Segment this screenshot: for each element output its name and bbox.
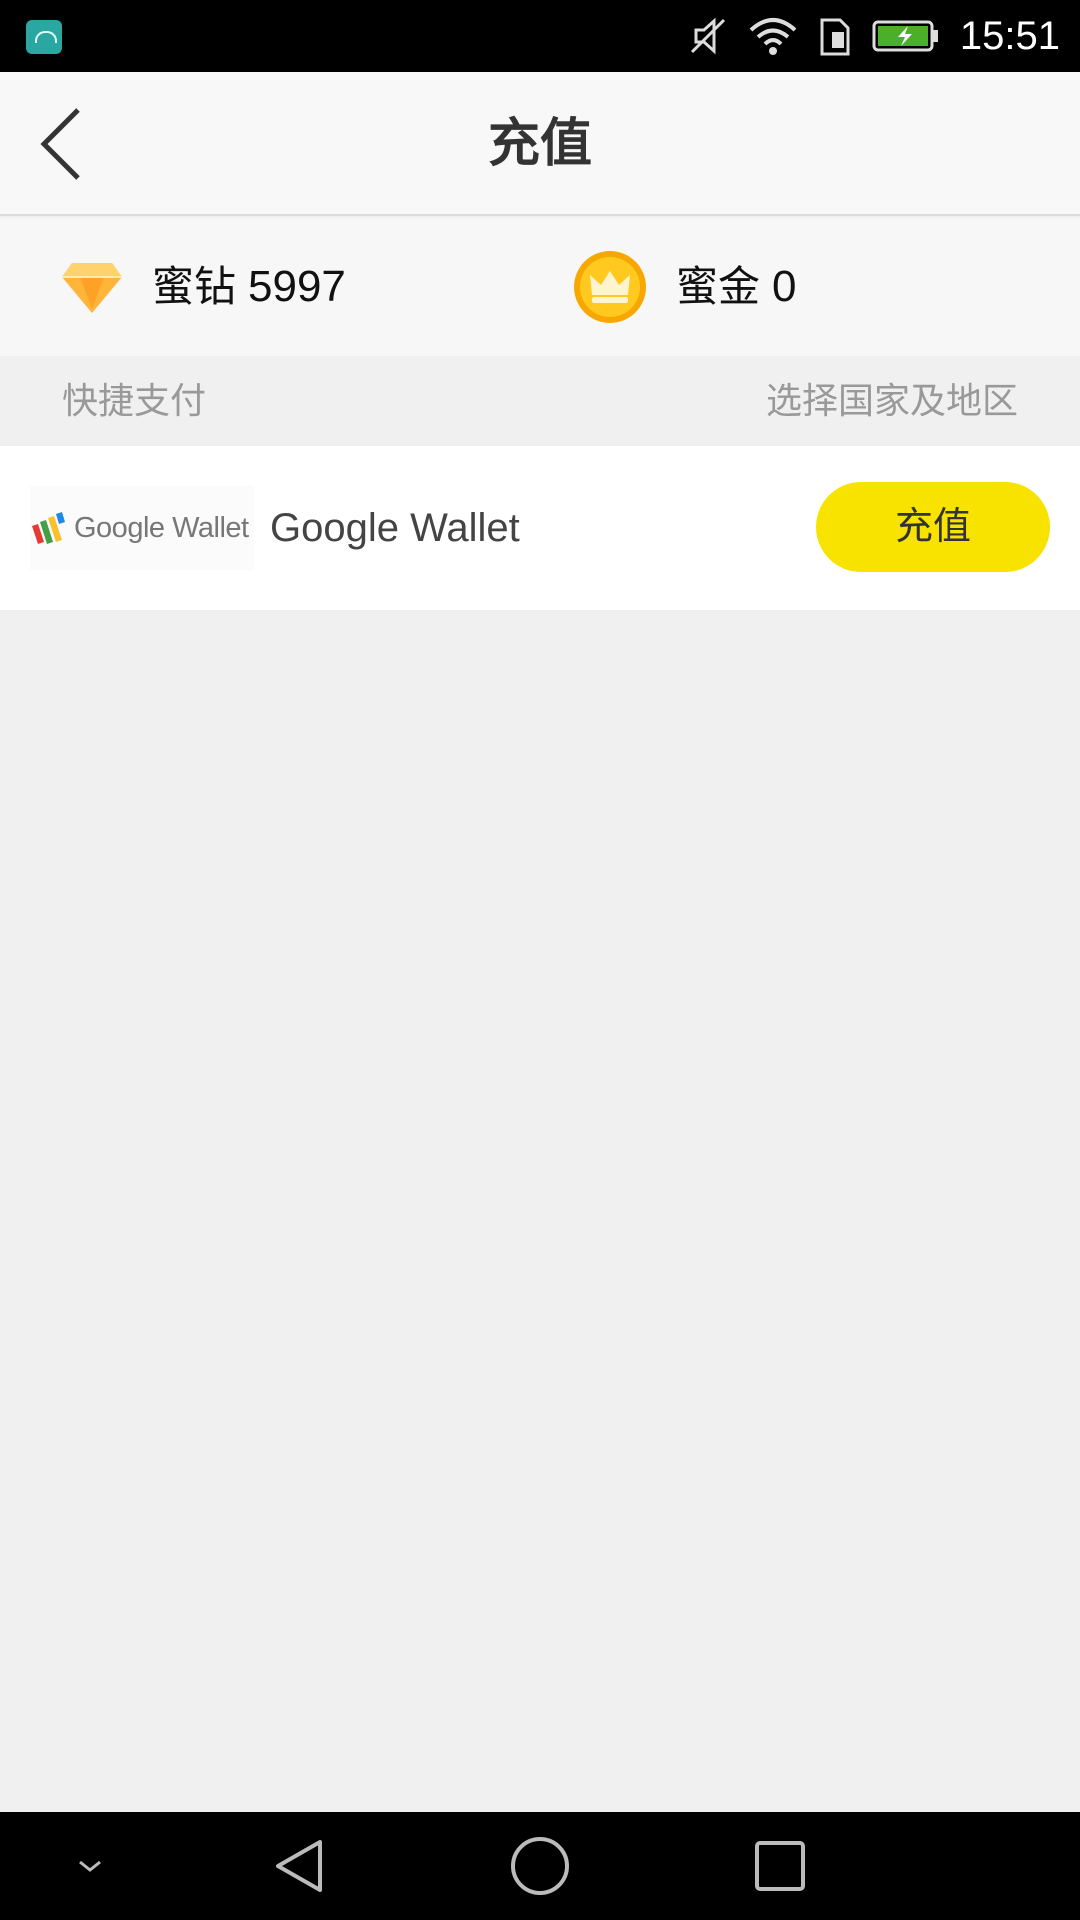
gold-balance: 蜜金 0 xyxy=(572,218,797,356)
home-circle-icon xyxy=(511,1837,569,1895)
battery-charging-icon xyxy=(872,18,940,54)
region-selector-link[interactable]: 选择国家及地区 xyxy=(766,378,1018,426)
collapse-button[interactable] xyxy=(60,1812,120,1920)
gold-balance-value: 0 xyxy=(772,262,797,311)
page-title: 充值 xyxy=(487,114,592,174)
google-wallet-logo: Google Wallet xyxy=(30,486,254,570)
wifi-icon xyxy=(748,16,798,56)
mute-icon xyxy=(688,16,728,56)
section-title: 快捷支付 xyxy=(62,381,207,422)
status-icons: 15:51 xyxy=(688,14,1060,58)
diamond-balance: 蜜钻 5997 xyxy=(60,218,346,356)
collapse-icon xyxy=(79,1860,101,1872)
balance-row: 蜜钻 5997 蜜金 0 xyxy=(0,218,1080,356)
diamond-balance-value: 5997 xyxy=(248,262,346,311)
status-bar: 15:51 xyxy=(0,0,1080,72)
google-wallet-logo-text: Google Wallet xyxy=(74,511,249,544)
title-bar: 充值 xyxy=(0,72,1080,216)
back-triangle-icon xyxy=(276,1840,322,1892)
recharge-button[interactable]: 充值 xyxy=(816,482,1050,572)
status-time: 15:51 xyxy=(959,14,1060,58)
section-header: 快捷支付 选择国家及地区 xyxy=(0,356,1080,446)
crown-coin-icon xyxy=(574,251,646,323)
diamond-balance-label: 蜜钻 xyxy=(152,262,237,311)
nav-recents-button[interactable] xyxy=(740,1812,820,1920)
diamond-icon xyxy=(62,263,122,313)
google-wallet-icon xyxy=(32,512,65,544)
recents-square-icon xyxy=(755,1841,805,1891)
android-notification-icon xyxy=(26,20,62,54)
system-nav-bar xyxy=(0,1812,1080,1920)
gold-balance-label: 蜜金 xyxy=(676,262,761,311)
payment-method-row[interactable]: Google Wallet Google Wallet 充值 xyxy=(0,446,1080,610)
nav-back-button[interactable] xyxy=(260,1812,340,1920)
nav-home-button[interactable] xyxy=(500,1812,580,1920)
payment-method-name: Google Wallet xyxy=(270,506,520,550)
sim-icon xyxy=(818,16,852,56)
